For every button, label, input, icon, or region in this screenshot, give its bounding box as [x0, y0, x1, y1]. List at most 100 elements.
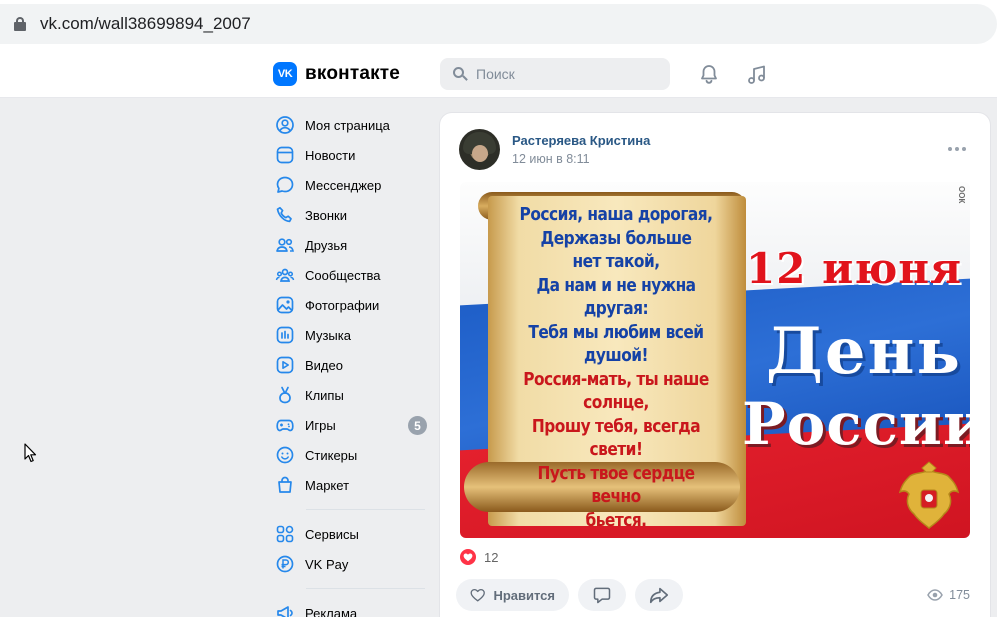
sidebar-item-games[interactable]: Игры 5	[270, 410, 430, 440]
comment-icon	[593, 587, 611, 604]
poem-line: солнце,	[583, 393, 649, 413]
holiday-title-line2: России	[742, 390, 970, 458]
poem-line: Россия, наша дорогая,	[519, 205, 713, 225]
sidebar-item-profile[interactable]: Моя страница	[270, 110, 430, 140]
views-counter: 175	[927, 588, 970, 602]
sidebar-item-label: Фотографии	[305, 297, 380, 313]
url-text[interactable]: vk.com/wall38699894_2007	[40, 14, 251, 34]
sidebar-item-stickers[interactable]: Стикеры	[270, 440, 430, 470]
poem-line: Прошу тебя, всегда	[531, 416, 701, 437]
poem-line: свети!	[589, 440, 643, 460]
mouse-cursor-icon	[24, 443, 37, 463]
image-watermark: ООК	[957, 186, 966, 204]
sidebar-item-label: Сервисы	[305, 526, 359, 542]
sidebar-item-label: Клипы	[305, 387, 344, 403]
likes-count: 12	[484, 549, 499, 565]
comment-button[interactable]	[578, 579, 626, 611]
poem-line: Держазы больше	[540, 228, 692, 249]
vk-header: VK вконтакте	[0, 50, 997, 98]
sidebar-item-label: Новости	[305, 147, 356, 163]
poem-line: Пусть твое сердце вечно	[537, 463, 695, 508]
heart-outline-icon	[470, 588, 485, 602]
poem-line: Тебя мы любим всей	[528, 322, 704, 343]
likes-summary[interactable]: 12	[460, 549, 498, 565]
ads-icon	[277, 606, 293, 617]
sidebar-item-label: VK Pay	[305, 556, 349, 572]
sidebar-item-news[interactable]: Новости	[270, 140, 430, 170]
notification-badge: 5	[408, 416, 427, 435]
sidebar-item-label: Моя страница	[305, 117, 390, 133]
eye-icon	[927, 589, 944, 601]
nav-divider	[306, 588, 425, 589]
coat-of-arms-icon	[898, 461, 960, 529]
search-input[interactable]	[476, 66, 656, 82]
sidebar-item-vkpay[interactable]: VK Pay	[270, 549, 430, 579]
phone-icon	[276, 206, 292, 223]
sidebar-item-video[interactable]: Видео	[270, 350, 430, 380]
sidebar-item-photos[interactable]: Фотографии	[270, 290, 430, 320]
sidebar-item-label: Друзья	[305, 237, 348, 253]
services-icon	[276, 525, 294, 543]
friends-icon	[276, 238, 294, 252]
post-image[interactable]: Россия, наша дорогая, Держазы больше нет т…	[460, 182, 970, 538]
stickers-icon	[276, 446, 294, 464]
messenger-icon	[276, 176, 294, 193]
sidebar-item-phone[interactable]: Звонки	[270, 200, 430, 230]
poem-line: бьется.	[585, 510, 647, 531]
sidebar-nav: Моя страница Новости Мессенджер Звонки Друзь…	[270, 110, 430, 617]
like-button[interactable]: Нравится	[456, 579, 569, 611]
browser-address-bar: vk.com/wall38699894_2007	[0, 0, 997, 50]
post-date[interactable]: 12 июн в 8:11	[512, 152, 590, 166]
music-icon	[276, 326, 294, 344]
games-icon	[276, 419, 294, 432]
share-arrow-icon	[649, 587, 669, 604]
author-avatar[interactable]	[459, 129, 500, 170]
poem-line: нет такой,	[572, 252, 660, 272]
bell-icon[interactable]	[697, 63, 721, 87]
url-box[interactable]: vk.com/wall38699894_2007	[0, 4, 997, 44]
poem-text: Россия, наша дорогая, Держазы больше нет т…	[510, 204, 721, 533]
music-note-icon[interactable]	[745, 63, 769, 87]
views-count: 175	[949, 588, 970, 602]
sidebar-item-ads[interactable]: Реклама	[270, 598, 430, 617]
sidebar-item-communities[interactable]: Сообщества	[270, 260, 430, 290]
sidebar-item-music[interactable]: Музыка	[270, 320, 430, 350]
share-button[interactable]	[635, 579, 683, 611]
poem-line: другая:	[583, 299, 649, 319]
sidebar-item-label: Сообщества	[305, 267, 381, 283]
communities-icon	[275, 268, 295, 282]
sidebar-item-friends[interactable]: Друзья	[270, 230, 430, 260]
post-author[interactable]: Растеряева Кристина	[512, 133, 650, 148]
sidebar-item-services[interactable]: Сервисы	[270, 519, 430, 549]
sidebar-item-label: Видео	[305, 357, 343, 373]
sidebar-item-clips[interactable]: Клипы	[270, 380, 430, 410]
sidebar-item-label: Музыка	[305, 327, 351, 343]
like-button-label: Нравится	[493, 587, 555, 603]
heart-filled-icon	[460, 549, 476, 565]
clips-icon	[279, 386, 291, 404]
sidebar-item-label: Стикеры	[305, 447, 358, 463]
poem-line: душой!	[583, 346, 649, 366]
search-box[interactable]	[440, 58, 670, 90]
vk-logo-mark: VK	[273, 62, 297, 86]
sidebar-item-messenger[interactable]: Мессенджер	[270, 170, 430, 200]
search-icon	[453, 67, 468, 81]
sidebar-item-label: Маркет	[305, 477, 350, 493]
post-actions: Нравится	[456, 579, 683, 611]
photos-icon	[276, 296, 294, 314]
sidebar-item-label: Звонки	[305, 207, 347, 223]
market-icon	[278, 476, 292, 493]
lock-icon[interactable]	[14, 17, 26, 31]
nav-divider	[306, 509, 425, 510]
vkpay-icon	[276, 555, 294, 573]
vk-logo-text: вконтакте	[305, 63, 401, 84]
more-options-icon[interactable]	[948, 147, 966, 151]
poem-line: Да нам и не нужна	[536, 275, 696, 296]
poem-line: Россия-мать, ты наше	[523, 369, 709, 390]
video-icon	[276, 356, 294, 374]
sidebar-item-market[interactable]: Маркет	[270, 470, 430, 500]
vk-logo[interactable]: VK вконтакте	[273, 62, 400, 86]
sidebar-item-label: Реклама	[305, 605, 358, 617]
sidebar-item-label: Мессенджер	[305, 177, 382, 193]
sidebar-item-label: Игры	[305, 417, 336, 433]
